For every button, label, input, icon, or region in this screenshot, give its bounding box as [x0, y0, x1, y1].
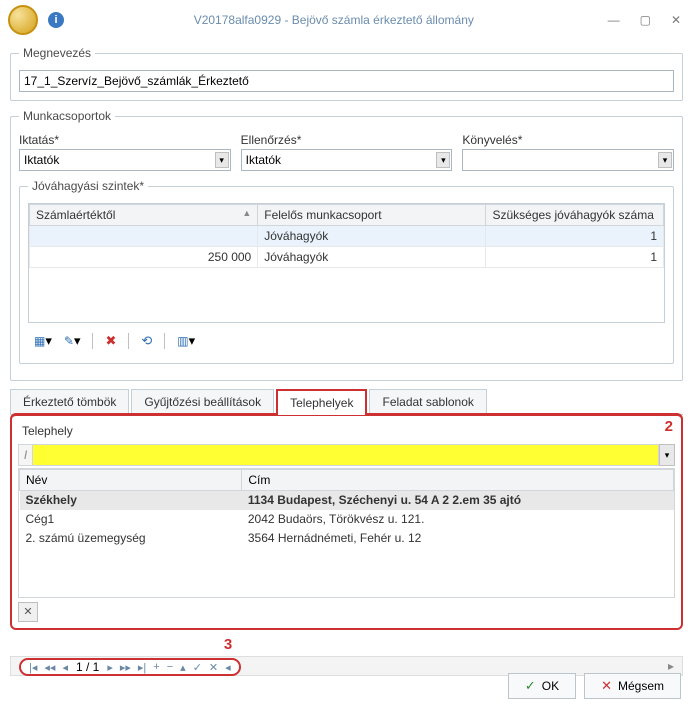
tab-erkezteto[interactable]: Érkeztető tömbök	[10, 389, 129, 414]
munkacsoportok-fieldset: Munkacsoportok Iktatás* ▾ Ellenőrzés* ▾ …	[10, 109, 683, 381]
refresh-button[interactable]: ⟲	[137, 331, 156, 351]
columns-button[interactable]: ▥▾	[173, 331, 199, 351]
pager-cancel-icon[interactable]: ✕	[207, 661, 220, 674]
pager-scroll-right-icon[interactable]: ▸	[668, 659, 674, 673]
pager-prev-icon[interactable]: ◂	[60, 661, 70, 674]
pager-first-icon[interactable]: |◂	[27, 661, 39, 674]
telephely-table[interactable]: Név Cím Székhely 1134 Budapest, Szécheny…	[19, 469, 674, 548]
ok-button[interactable]: ✓ OK	[508, 673, 576, 699]
filter-dropdown-icon[interactable]: ▾	[659, 444, 675, 466]
sort-asc-icon[interactable]: ▲	[242, 208, 251, 218]
pager-prevpage-icon[interactable]: ◂◂	[42, 661, 57, 674]
pager-nextpage-icon[interactable]: ▸▸	[118, 661, 133, 674]
megnevezes-input[interactable]	[19, 70, 674, 92]
close-button[interactable]: ✕	[667, 11, 685, 29]
pager-text: 1 / 1	[73, 660, 102, 674]
edit-row-button[interactable]: ✎▾	[60, 331, 85, 351]
approval-toolbar: ▦▾ ✎▾ ✖ ⟲ ▥▾	[28, 327, 665, 355]
konyveles-label: Könyvelés*	[462, 133, 674, 147]
approval-fieldset: Jóváhagyási szintek* Számlaértéktől▲ Fel…	[19, 179, 674, 364]
konyveles-combo[interactable]	[462, 149, 674, 171]
pager-edit-icon[interactable]: ▴	[178, 661, 188, 674]
approval-col-amount[interactable]: Számlaértéktől▲	[30, 205, 258, 226]
tab-feladat[interactable]: Feladat sablonok	[369, 389, 486, 414]
table-row[interactable]: 2. számú üzemegység 3564 Hernádnémeti, F…	[20, 529, 674, 548]
iktatas-combo[interactable]	[19, 149, 231, 171]
filter-handle[interactable]: I	[18, 444, 32, 466]
ellenorzes-dropdown-icon[interactable]: ▾	[436, 152, 450, 168]
approval-col-count[interactable]: Szükséges jóváhagyók száma	[486, 205, 664, 226]
table-row[interactable]: Cég1 2042 Budaörs, Törökvész u. 121.	[20, 510, 674, 529]
maximize-button[interactable]: ▢	[636, 11, 655, 29]
pager-scroll-left-icon[interactable]: ◂	[223, 661, 233, 674]
new-row-button[interactable]: ▦▾	[30, 331, 56, 351]
telephely-filter-input[interactable]	[32, 444, 659, 466]
pager-add-icon[interactable]: +	[151, 661, 161, 673]
x-icon: ✕	[601, 678, 612, 694]
ellenorzes-label: Ellenőrzés*	[241, 133, 453, 147]
telephely-col-cim[interactable]: Cím	[242, 470, 674, 491]
pager-remove-icon[interactable]: −	[165, 661, 175, 673]
megnevezes-fieldset: Megnevezés	[10, 46, 683, 101]
telephely-panel: 2 Telephely I ▾ Név Cím Székhely 1134	[10, 413, 683, 630]
cancel-button[interactable]: ✕ Mégsem	[584, 673, 681, 699]
iktatas-dropdown-icon[interactable]: ▾	[215, 152, 229, 168]
ellenorzes-combo[interactable]	[241, 149, 453, 171]
pager-last-icon[interactable]: ▸|	[136, 661, 148, 674]
munkacsoportok-legend: Munkacsoportok	[19, 109, 115, 123]
pager-commit-icon[interactable]: ✓	[191, 661, 204, 674]
remove-site-button[interactable]: ✕	[18, 602, 38, 622]
tab-gyujtozesi[interactable]: Gyűjtőzési beállítások	[131, 389, 274, 414]
annotation-3: 3	[224, 636, 232, 653]
delete-row-button[interactable]: ✖	[101, 331, 120, 351]
tab-telephelyek[interactable]: Telephelyek	[276, 389, 367, 415]
telephely-title: Telephely	[18, 422, 675, 444]
app-icon	[8, 5, 38, 35]
konyveles-dropdown-icon[interactable]: ▾	[658, 152, 672, 168]
table-row[interactable]: Jóváhagyók 1	[30, 226, 664, 247]
approval-legend: Jóváhagyási szintek*	[28, 179, 148, 193]
pager: |◂ ◂◂ ◂ 1 / 1 ▸ ▸▸ ▸| + − ▴ ✓ ✕ ◂	[19, 658, 241, 676]
window-title: V20178alfa0929 - Bejövő számla érkeztető…	[64, 13, 604, 27]
megnevezes-legend: Megnevezés	[19, 46, 95, 60]
approval-col-group[interactable]: Felelős munkacsoport	[258, 205, 486, 226]
info-icon[interactable]: i	[48, 12, 64, 28]
check-icon: ✓	[525, 678, 536, 694]
pager-next-icon[interactable]: ▸	[105, 661, 115, 674]
tabstrip: Érkeztető tömbök Gyűjtőzési beállítások …	[10, 389, 683, 415]
table-row[interactable]: 250 000 Jóváhagyók 1	[30, 247, 664, 268]
approval-table[interactable]: Számlaértéktől▲ Felelős munkacsoport Szü…	[29, 204, 664, 268]
iktatas-label: Iktatás*	[19, 133, 231, 147]
minimize-button[interactable]: —	[604, 11, 624, 29]
telephely-col-nev[interactable]: Név	[20, 470, 242, 491]
table-row[interactable]: Székhely 1134 Budapest, Széchenyi u. 54 …	[20, 491, 674, 510]
